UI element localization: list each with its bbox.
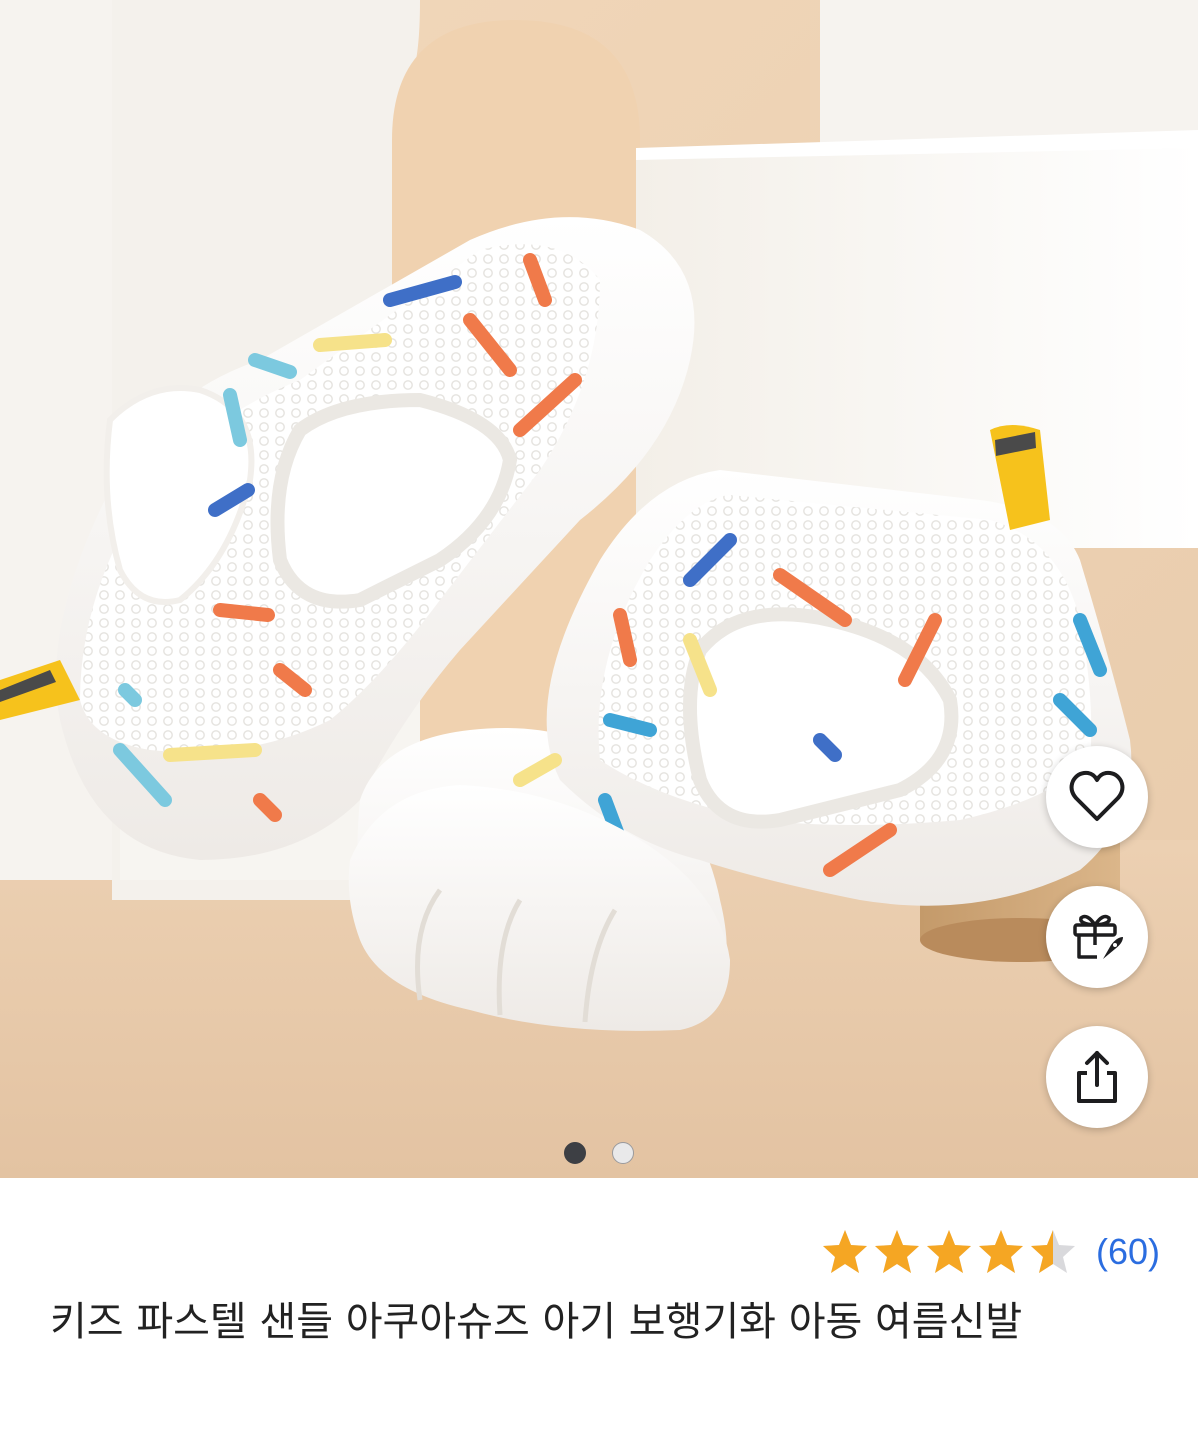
product-title: 키즈 파스텔 샌들 아쿠아슈즈 아기 보행기화 아동 여름신발 [50,1299,1023,1345]
star-full-icon [820,1227,870,1277]
carousel-indicator [0,1142,1198,1168]
star-full-icon [924,1227,974,1277]
star-half-icon [1028,1227,1078,1277]
gift-rocket-icon [1073,914,1123,959]
star-full-icon [872,1227,922,1277]
carousel-dot-1[interactable] [564,1142,586,1164]
rating-summary[interactable]: (60) [820,1224,1160,1280]
product-detail-page: (60) 키즈 파스텔 샌들 아쿠아슈즈 아기 보행기화 아동 여름신발 [0,0,1198,1440]
review-count[interactable]: (60) [1096,1231,1160,1273]
share-icon [1077,1051,1117,1103]
wishlist-button[interactable] [1046,746,1148,848]
gift-button[interactable] [1046,886,1148,988]
product-image-carousel[interactable] [0,0,1198,1178]
star-full-icon [976,1227,1026,1277]
carousel-dot-2[interactable] [612,1142,634,1164]
product-photo [0,0,1198,1178]
share-button[interactable] [1046,1026,1148,1128]
heart-icon [1069,770,1125,821]
star-rating [820,1227,1078,1277]
